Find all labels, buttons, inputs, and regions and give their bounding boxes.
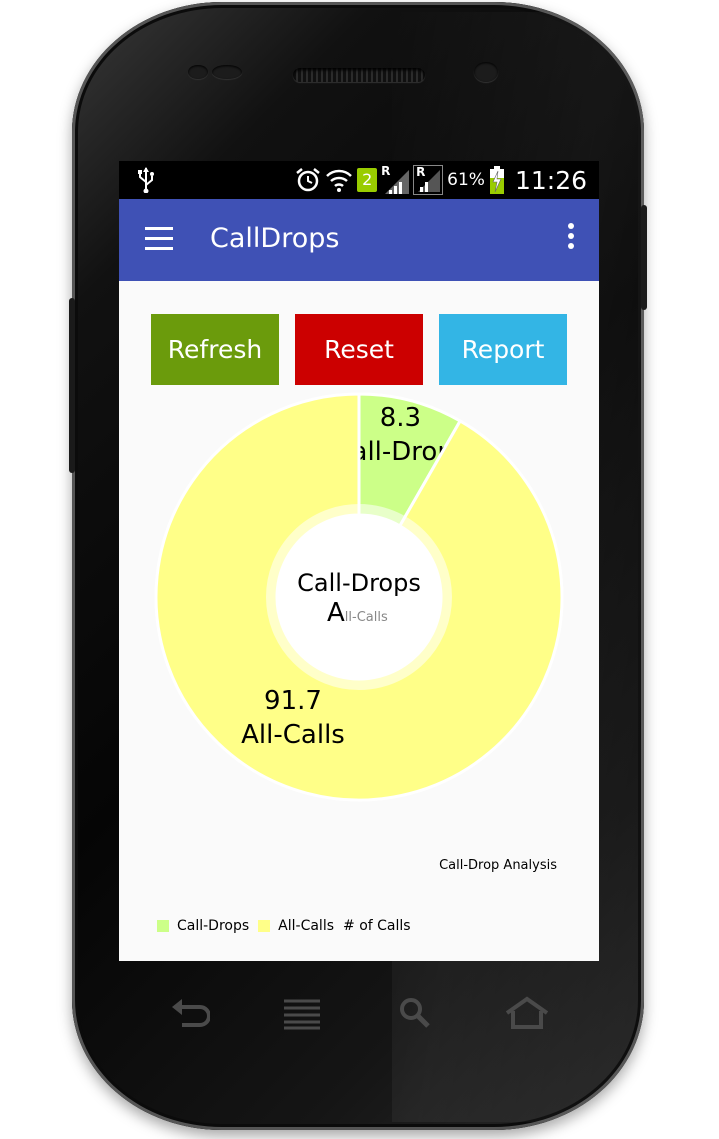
- chart-legend: Call-Drops All-Calls # of Calls: [157, 918, 420, 934]
- legend-item-all-calls: All-Calls: [258, 918, 334, 934]
- slice-value-call-drops: 8.3: [380, 403, 421, 433]
- home-icon[interactable]: [505, 995, 549, 1031]
- legend-item-call-drops: Call-Drops: [157, 918, 249, 934]
- screen: 2 R R 61% 11:26 CallDrops Refresh Reset …: [119, 161, 599, 961]
- back-icon[interactable]: [170, 995, 210, 1031]
- slice-label-all-calls: All-Calls: [241, 720, 345, 750]
- legend-label-all-calls: All-Calls: [278, 918, 335, 934]
- legend-swatch-call-drops: [157, 920, 169, 932]
- chart-description: Call-Drop Analysis: [439, 858, 557, 873]
- legend-swatch-all-calls: [258, 920, 271, 932]
- light-sensor: [212, 65, 242, 79]
- menu-lines-icon[interactable]: [282, 995, 322, 1031]
- power-button[interactable]: [641, 205, 647, 310]
- slice-value-all-calls: 91.7: [264, 686, 322, 716]
- donut-chart: 8.3Call-Drops91.7All-CallsCall-DropsAll-…: [154, 392, 564, 802]
- donut-hole: [277, 515, 441, 679]
- search-icon[interactable]: [396, 995, 436, 1031]
- center-subtitle-small: ll-Calls: [345, 610, 388, 625]
- center-title: Call-Drops: [297, 569, 421, 597]
- volume-button[interactable]: [69, 298, 75, 473]
- legend-suffix: # of Calls: [343, 918, 411, 934]
- legend-label-call-drops: Call-Drops: [177, 918, 250, 934]
- earpiece-speaker: [293, 68, 425, 82]
- proximity-sensor: [188, 65, 208, 79]
- legend-suffix-label: # of Calls: [343, 918, 411, 934]
- front-camera: [474, 62, 498, 82]
- center-subtitle-large: A: [327, 598, 345, 628]
